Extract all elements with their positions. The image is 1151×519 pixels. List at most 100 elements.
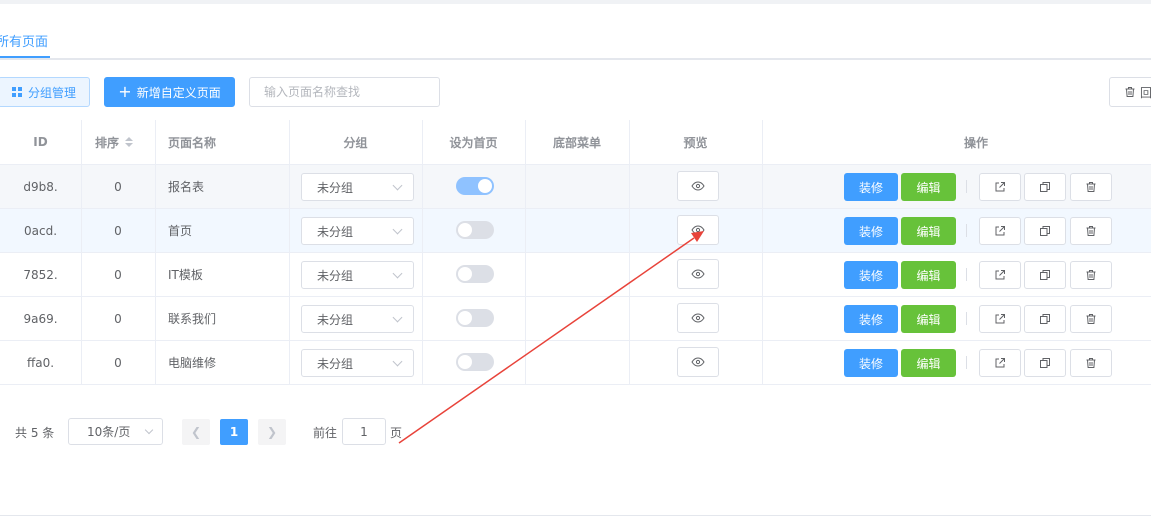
share-button[interactable]	[979, 217, 1021, 245]
table-header: ID 排序 页面名称 分组 设为首页 底部菜单 预览 操作	[0, 120, 1151, 165]
share-icon	[995, 182, 1005, 192]
action-divider	[966, 312, 967, 325]
col-name-label: 页面名称	[168, 135, 217, 150]
decorate-button[interactable]: 装修	[844, 173, 898, 201]
copy-button[interactable]	[1024, 217, 1066, 245]
row-page-name: 电脑维修	[168, 356, 217, 370]
group-manage-label: 分组管理	[27, 85, 76, 100]
col-divider	[289, 209, 290, 252]
set-home-switch[interactable]	[456, 265, 494, 283]
next-page-button[interactable]: ❯	[258, 419, 286, 445]
col-divider	[629, 165, 630, 208]
set-home-switch[interactable]	[456, 221, 494, 239]
group-manage-button[interactable]: 分组管理	[0, 77, 90, 107]
trash-icon	[1125, 87, 1135, 97]
goto-page-input[interactable]	[342, 418, 386, 445]
action-divider	[966, 180, 967, 193]
preview-button[interactable]	[677, 347, 719, 377]
col-divider	[422, 209, 423, 252]
delete-button[interactable]	[1070, 305, 1112, 333]
row-id: ffa0.	[26, 355, 55, 370]
share-button[interactable]	[979, 305, 1021, 333]
row-sort: 0	[114, 267, 122, 282]
row-page-name: IT模板	[168, 268, 203, 282]
copy-icon	[1040, 270, 1050, 280]
recycle-bin-button[interactable]: 回	[1109, 77, 1151, 107]
set-home-switch[interactable]	[456, 177, 494, 195]
copy-icon	[1040, 358, 1050, 368]
trash-icon	[1086, 358, 1096, 368]
group-select[interactable]: 未分组	[301, 349, 414, 377]
group-select[interactable]: 未分组	[301, 217, 414, 245]
switch-knob	[458, 311, 472, 325]
tab-all-pages[interactable]: 所有页面	[0, 31, 48, 50]
col-bottom-menu-header: 底部菜单	[525, 120, 629, 164]
prev-page-button[interactable]: ❮	[182, 419, 210, 445]
group-select[interactable]: 未分组	[301, 173, 414, 201]
col-divider	[629, 253, 630, 296]
preview-button[interactable]	[677, 303, 719, 333]
share-button[interactable]	[979, 349, 1021, 377]
group-select-value: 未分组	[317, 224, 354, 239]
copy-icon	[1040, 314, 1050, 324]
add-custom-page-button[interactable]: + 新增自定义页面	[104, 77, 235, 107]
chevron-down-icon	[392, 224, 403, 235]
chevron-left-icon: ❮	[190, 425, 202, 439]
col-home-label: 设为首页	[449, 135, 498, 150]
decorate-button[interactable]: 装修	[844, 349, 898, 377]
col-sort-label: 排序	[95, 135, 120, 150]
row-id: d9b8.	[23, 179, 58, 194]
edit-button[interactable]: 编辑	[901, 173, 956, 201]
row-sort: 0	[114, 355, 122, 370]
table-row: 7852. 0 IT模板 未分组 装修 编辑	[0, 253, 1151, 297]
copy-button[interactable]	[1024, 305, 1066, 333]
table-row: 9a69. 0 联系我们 未分组 装修 编辑	[0, 297, 1151, 341]
col-ops-label: 操作	[963, 135, 988, 150]
col-divider	[289, 165, 290, 208]
delete-button[interactable]	[1070, 261, 1112, 289]
delete-button[interactable]	[1070, 217, 1112, 245]
col-divider	[762, 165, 763, 208]
row-page-name: 联系我们	[168, 312, 217, 326]
preview-button[interactable]	[677, 259, 719, 289]
group-select-value: 未分组	[317, 180, 354, 195]
col-group-label: 分组	[343, 135, 368, 150]
decorate-button[interactable]: 装修	[844, 305, 898, 333]
copy-button[interactable]	[1024, 261, 1066, 289]
chevron-down-icon	[392, 268, 403, 279]
pagination-total: 共 5 条	[15, 425, 55, 440]
group-select[interactable]: 未分组	[301, 305, 414, 333]
action-divider	[966, 224, 967, 237]
page-search-input[interactable]	[249, 77, 440, 107]
sort-caret-icon[interactable]	[125, 137, 134, 147]
group-select-value: 未分组	[317, 356, 354, 371]
preview-button[interactable]	[677, 171, 719, 201]
preview-button[interactable]	[677, 215, 719, 245]
page-number-current[interactable]: 1	[220, 419, 248, 445]
chevron-down-icon	[392, 356, 403, 367]
share-button[interactable]	[979, 261, 1021, 289]
edit-button[interactable]: 编辑	[901, 261, 956, 289]
delete-button[interactable]	[1070, 349, 1112, 377]
row-id: 7852.	[23, 267, 58, 282]
edit-button[interactable]: 编辑	[901, 217, 956, 245]
edit-button[interactable]: 编辑	[901, 349, 956, 377]
copy-button[interactable]	[1024, 349, 1066, 377]
decorate-button[interactable]: 装修	[844, 217, 898, 245]
col-divider	[422, 165, 423, 208]
set-home-switch[interactable]	[456, 353, 494, 371]
share-button[interactable]	[979, 173, 1021, 201]
col-bottom-menu-label: 底部菜单	[552, 135, 601, 150]
copy-button[interactable]	[1024, 173, 1066, 201]
table-row: ffa0. 0 电脑维修 未分组 装修 编辑	[0, 341, 1151, 385]
plus-icon: +	[118, 82, 132, 101]
delete-button[interactable]	[1070, 173, 1112, 201]
set-home-switch[interactable]	[456, 309, 494, 327]
page-size-select[interactable]: 10条/页	[68, 418, 163, 445]
eye-icon	[691, 269, 705, 279]
col-sort-header[interactable]: 排序	[95, 120, 155, 164]
edit-button[interactable]: 编辑	[901, 305, 956, 333]
col-group-header: 分组	[289, 120, 422, 164]
decorate-button[interactable]: 装修	[844, 261, 898, 289]
group-select[interactable]: 未分组	[301, 261, 414, 289]
